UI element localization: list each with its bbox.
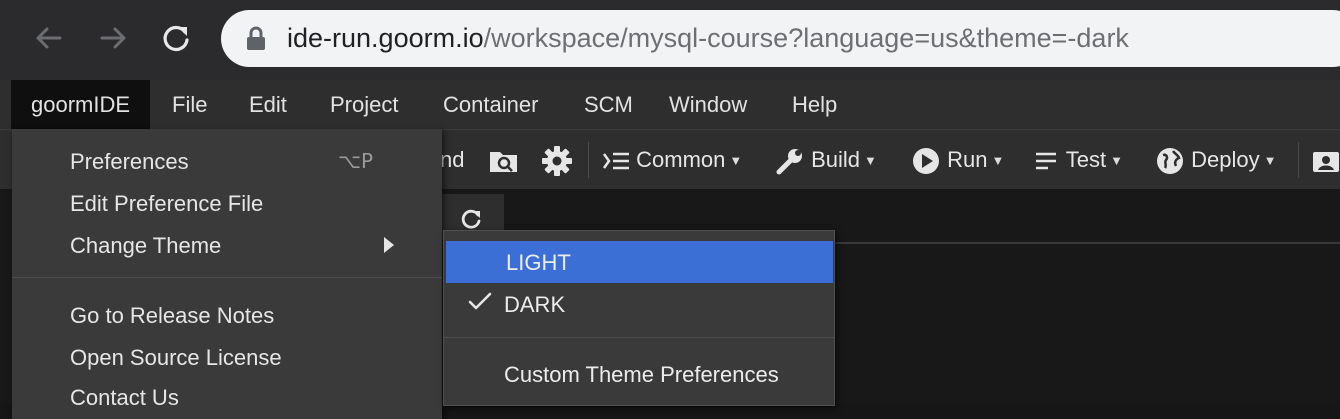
chevron-down-icon: ▼ (1110, 153, 1123, 169)
url-text: ide-run.goorm.io/workspace/mysql-course?… (287, 22, 1129, 54)
goormide-dropdown-menu: Preferences ⌥P Edit Preference File Chan… (12, 129, 442, 419)
list-icon (1036, 152, 1056, 170)
submenu-item-custom-theme-preferences[interactable]: Custom Theme Preferences (504, 362, 779, 388)
toolbar-partial-label[interactable]: nd (440, 130, 464, 190)
menu-divider (12, 277, 442, 278)
lock-icon (247, 26, 265, 50)
test-menu-button[interactable]: Test ▼ (1034, 130, 1123, 190)
user-card-icon (1313, 152, 1339, 173)
menu-goormide[interactable]: goormIDE (11, 80, 151, 129)
build-menu-button[interactable]: Build ▼ (775, 130, 877, 190)
menu-item-change-theme[interactable]: Change Theme (70, 233, 221, 259)
reload-icon (163, 25, 189, 52)
menu-item-edit-preference-file[interactable]: Edit Preference File (70, 191, 263, 217)
toolbar-divider (1298, 142, 1299, 178)
account-button[interactable] (1312, 130, 1340, 190)
chevron-down-icon: ▼ (1263, 153, 1277, 169)
run-menu-button[interactable]: Run ▼ (911, 130, 1004, 190)
gear-icon (542, 146, 572, 177)
search-files-button[interactable] (489, 130, 519, 190)
address-bar[interactable]: ide-run.goorm.io/workspace/mysql-course?… (221, 10, 1340, 67)
folder-search-icon (490, 152, 517, 173)
build-label: Build (811, 147, 861, 172)
chevron-down-icon: ▼ (864, 153, 877, 169)
menu-project[interactable]: Project (310, 80, 418, 129)
menu-scm[interactable]: SCM (564, 80, 653, 129)
menu-container[interactable]: Container (423, 80, 558, 129)
refresh-icon (461, 209, 481, 229)
url-path: /workspace/mysql-course?language=us&them… (483, 23, 1129, 53)
menu-edit[interactable]: Edit (229, 80, 307, 129)
menu-item-release-notes[interactable]: Go to Release Notes (70, 303, 274, 329)
app-menubar: goormIDE File Edit Project Container SCM… (0, 80, 1340, 129)
common-label: Common (636, 147, 726, 172)
checkmark-icon (468, 292, 492, 310)
play-circle-icon (913, 148, 939, 175)
submenu-divider (444, 337, 834, 338)
browser-toolbar: ide-run.goorm.io/workspace/mysql-course?… (0, 0, 1340, 80)
submenu-item-dark[interactable]: DARK (504, 292, 565, 318)
light-label: LIGHT (506, 250, 571, 275)
menu-window[interactable]: Window (649, 80, 767, 129)
submenu-arrow-icon (384, 237, 394, 253)
deploy-menu-button[interactable]: Deploy ▼ (1155, 130, 1276, 190)
chevron-down-icon: ▼ (729, 153, 743, 169)
theme-submenu: LIGHT DARK Custom Theme Preferences (443, 230, 835, 406)
reload-button[interactable] (156, 18, 196, 58)
menu-item-preferences[interactable]: Preferences (70, 149, 189, 175)
wrench-icon (776, 149, 802, 175)
toolbar-divider (588, 142, 589, 178)
submenu-item-light[interactable]: LIGHT (446, 241, 833, 283)
url-host: ide-run.goorm.io (287, 23, 484, 53)
run-label: Run (947, 147, 988, 172)
arrow-left-icon (36, 27, 62, 49)
forward-button[interactable] (94, 18, 134, 58)
terminal-lines-icon (602, 152, 629, 170)
test-label: Test (1065, 147, 1107, 172)
menu-help[interactable]: Help (772, 80, 857, 129)
common-menu-button[interactable]: Common ▼ (602, 130, 742, 190)
menu-item-open-source-license[interactable]: Open Source License (70, 345, 282, 371)
chevron-down-icon: ▼ (991, 153, 1005, 169)
deploy-label: Deploy (1191, 147, 1260, 172)
menu-file[interactable]: File (152, 80, 227, 129)
back-button[interactable] (28, 18, 68, 58)
settings-button[interactable] (541, 130, 573, 190)
preferences-shortcut: ⌥P (338, 149, 374, 173)
menu-item-contact-us[interactable]: Contact Us (70, 385, 179, 411)
arrow-right-icon (100, 27, 126, 49)
globe-icon (1157, 148, 1183, 175)
